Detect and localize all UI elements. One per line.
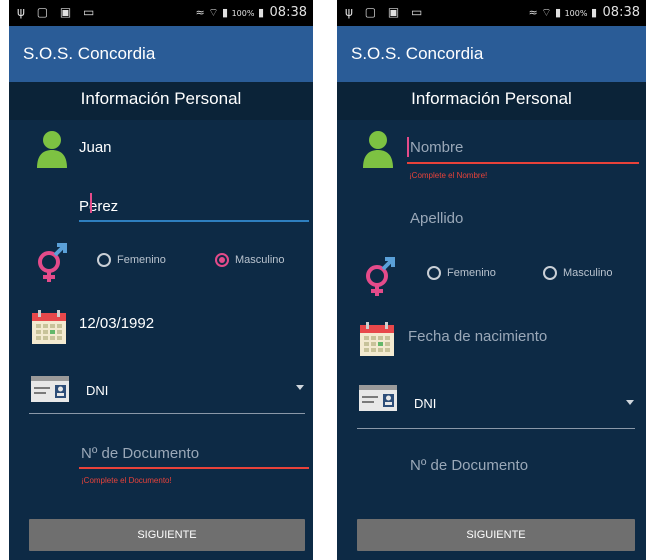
id-card-icon: [31, 376, 69, 402]
radio-male[interactable]: Masculino: [543, 266, 613, 280]
doc-type-spinner[interactable]: DNI: [414, 396, 436, 411]
gender-icon: [38, 243, 67, 282]
app-bar: S.O.S. Concordia: [9, 26, 313, 82]
last-name-field[interactable]: Apellido: [410, 210, 463, 227]
notification-icons: ψ ▢ ▣ ▭: [17, 5, 99, 19]
app-title: S.O.S. Concordia: [23, 44, 156, 63]
section-title: Información Personal: [337, 82, 646, 120]
calendar-icon: [32, 310, 66, 344]
phone-screen-filled: ψ ▢ ▣ ▭ ≈ ⌔ ▮ 100% ▮ 08:38 S.O.S. Concor…: [9, 0, 313, 560]
birth-date-field[interactable]: 12/03/1992: [79, 315, 154, 332]
battery-percent: 100%: [231, 9, 255, 18]
gender-icon: [366, 257, 395, 296]
radio-male-circle: [215, 253, 229, 267]
first-name-field[interactable]: Nombre: [410, 139, 463, 156]
text-cursor: [90, 193, 92, 213]
calendar-icon: [360, 322, 394, 356]
status-right: ≈ ⌔ ▮ 100% ▮ 08:38: [528, 5, 640, 20]
clock: 08:38: [269, 5, 307, 20]
first-name-field[interactable]: Juan: [79, 139, 112, 156]
doc-number-field[interactable]: Nº de Documento: [81, 445, 199, 462]
person-icon: [37, 131, 67, 168]
app-title: S.O.S. Concordia: [351, 44, 484, 63]
text-cursor: [407, 137, 409, 157]
signal-icon: ≈ ⌔ ▮: [195, 6, 229, 19]
doc-type-underline: [29, 413, 305, 414]
radio-male-label: Masculino: [563, 267, 613, 279]
last-name-underline: [79, 220, 309, 222]
notification-icons: ψ ▢ ▣ ▭: [345, 5, 427, 19]
first-name-error: ¡Complete el Nombre!: [409, 171, 488, 180]
radio-female-circle: [427, 266, 441, 280]
battery-percent: 100%: [564, 9, 588, 18]
phone-screen-empty: ψ ▢ ▣ ▭ ≈ ⌔ ▮ 100% ▮ 08:38 S.O.S. Concor…: [337, 0, 646, 560]
radio-male[interactable]: Masculino: [215, 253, 285, 267]
status-right: ≈ ⌔ ▮ 100% ▮ 08:38: [195, 5, 307, 20]
person-icon: [363, 131, 393, 168]
radio-female[interactable]: Femenino: [427, 266, 496, 280]
last-name-field[interactable]: Perez: [79, 198, 118, 215]
next-button[interactable]: SIGUIENTE: [29, 519, 305, 551]
doc-number-underline: [79, 467, 309, 469]
doc-number-field[interactable]: Nº de Documento: [410, 457, 528, 474]
id-card-icon: [359, 385, 397, 411]
radio-male-label: Masculino: [235, 254, 285, 266]
birth-date-field[interactable]: Fecha de nacimiento: [408, 328, 547, 345]
doc-type-spinner[interactable]: DNI: [86, 383, 108, 398]
radio-female-circle: [97, 253, 111, 267]
radio-female-label: Femenino: [447, 267, 496, 279]
status-bar: ψ ▢ ▣ ▭ ≈ ⌔ ▮ 100% ▮ 08:38: [9, 0, 313, 26]
first-name-underline: [407, 162, 639, 164]
radio-male-circle: [543, 266, 557, 280]
radio-female[interactable]: Femenino: [97, 253, 166, 267]
doc-type-underline: [357, 428, 635, 429]
section-title: Información Personal: [9, 82, 313, 120]
dropdown-arrow-icon[interactable]: [296, 385, 304, 390]
signal-icon: ≈ ⌔ ▮: [528, 6, 562, 19]
clock: 08:38: [602, 5, 640, 20]
next-button[interactable]: SIGUIENTE: [357, 519, 635, 551]
status-bar: ψ ▢ ▣ ▭ ≈ ⌔ ▮ 100% ▮ 08:38: [337, 0, 646, 26]
battery-icon: ▮: [257, 6, 265, 19]
doc-number-error: ¡Complete el Documento!: [81, 476, 172, 485]
app-bar: S.O.S. Concordia: [337, 26, 646, 82]
dropdown-arrow-icon[interactable]: [626, 400, 634, 405]
battery-icon: ▮: [590, 6, 598, 19]
radio-female-label: Femenino: [117, 254, 166, 266]
